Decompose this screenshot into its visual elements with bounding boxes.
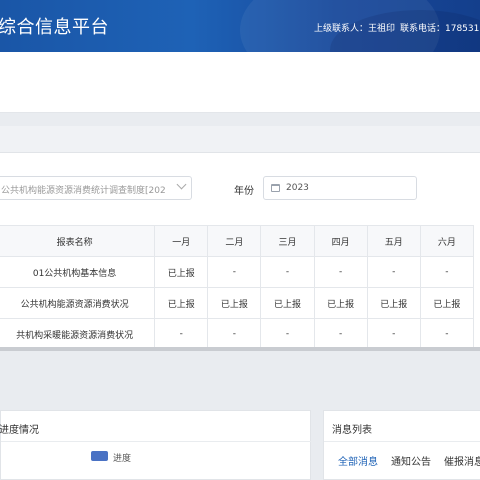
year-value: 2023 [286,183,309,193]
legend-label[interactable]: 进度 [113,451,131,464]
survey-select[interactable]: 公共机构能源资源消费统计调查制度[202 [0,176,192,200]
status-cell[interactable]: 已上报 [154,256,209,288]
breadcrumb-strip [0,86,480,113]
divider [0,113,480,125]
contact-phone: 联系电话：17853166 [400,24,480,34]
status-cell[interactable]: 已上报 [313,287,368,319]
year-picker[interactable]: 2023 [263,176,417,200]
status-cell: - [207,318,262,350]
legend-swatch[interactable] [91,451,108,461]
status-cell: - [313,256,368,288]
progress-panel: 进度情况 进度 [0,410,312,480]
tab-all-messages[interactable]: 全部消息 [338,453,378,468]
table-row[interactable]: 公共机构能源资源消费状况 已上报 已上报 已上报 已上报 已上报 已上报 [0,287,475,319]
messages-panel-title: 消息列表 [332,425,372,436]
panel-header [0,126,480,153]
divider [324,441,480,442]
status-cell: - [260,256,315,288]
report-name[interactable]: 01公共机构基本信息 [0,256,156,288]
table-row[interactable]: 共机构采暖能源资源消费状况 - - - - - - [0,318,475,350]
top-header: 综合信息平台 上级联系人：王祖印 联系电话：17853166 [0,0,480,52]
status-cell: - [419,318,475,350]
report-name[interactable]: 公共机构能源资源消费状况 [0,287,156,319]
status-cell: - [366,318,421,350]
messages-panel: 消息列表 全部消息 通知公告 催报消息 [323,410,480,480]
header-month: 六月 [419,225,475,257]
report-name[interactable]: 共机构采暖能源资源消费状况 [0,318,156,350]
nav-strip [0,52,480,86]
year-label: 年份 [234,186,254,197]
horizontal-scrollbar[interactable] [0,347,480,351]
contact-person: 上级联系人：王祖印 [314,24,396,34]
header-month: 二月 [207,225,262,257]
header-month: 四月 [313,225,368,257]
status-cell[interactable]: 已上报 [419,287,475,319]
table-header-row: 报表名称 一月 二月 三月 四月 五月 六月 [0,225,475,257]
survey-select-value: 公共机构能源资源消费统计调查制度[202 [1,186,166,196]
header-report-name: 报表名称 [0,225,156,257]
status-cell: - [207,256,262,288]
status-cell: - [366,256,421,288]
status-cell[interactable]: 已上报 [366,287,421,319]
calendar-icon [271,184,280,192]
header-month: 五月 [366,225,421,257]
report-table: 报表名称 一月 二月 三月 四月 五月 六月 01公共机构基本信息 已上报 - … [0,225,475,350]
status-cell[interactable]: 已上报 [207,287,262,319]
status-cell: - [419,256,475,288]
table-row[interactable]: 01公共机构基本信息 已上报 - - - - - [0,256,475,288]
header-month: 一月 [154,225,209,257]
status-cell[interactable]: 已上报 [260,287,315,319]
divider [1,441,312,442]
header-month: 三月 [260,225,315,257]
chevron-down-icon [176,179,187,190]
status-cell: - [154,318,209,350]
status-cell: - [260,318,315,350]
tab-announcements[interactable]: 通知公告 [391,453,431,468]
status-cell: - [313,318,368,350]
progress-panel-title: 进度情况 [0,425,39,436]
platform-title: 综合信息平台 [0,17,109,38]
status-cell[interactable]: 已上报 [154,287,209,319]
tab-reminders[interactable]: 催报消息 [444,453,480,468]
